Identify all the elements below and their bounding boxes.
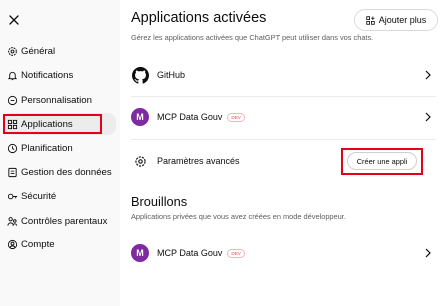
gear-icon	[7, 46, 18, 57]
applications-panel: Applications activées Gérez les applicat…	[120, 0, 442, 306]
dev-badge: DEV	[227, 248, 245, 258]
chevron-right-icon	[424, 111, 432, 123]
page-subtitle: Gérez les applications activées que Chat…	[131, 33, 374, 42]
page-title: Applications activées	[131, 10, 267, 26]
sidebar-item-label: Contrôles parentaux	[21, 215, 108, 227]
app-logo: M	[131, 244, 149, 262]
add-more-button[interactable]: Ajouter plus	[354, 9, 438, 31]
github-icon	[131, 66, 149, 84]
add-more-label: Ajouter plus	[378, 15, 427, 25]
sidebar-item-personalization[interactable]: Personnalisation	[3, 89, 116, 111]
app-logo: M	[131, 108, 149, 126]
sidebar-item-general[interactable]: Général	[3, 40, 116, 62]
divider	[131, 139, 436, 140]
sidebar-item-label: Compte	[21, 238, 55, 250]
sidebar-item-parental-controls[interactable]: Contrôles parentaux	[3, 210, 116, 232]
personalize-icon	[7, 95, 18, 106]
drafts-subtitle: Applications privées que vous avez créée…	[131, 212, 346, 221]
chevron-right-icon	[424, 247, 432, 259]
app-name: GitHub	[157, 70, 186, 80]
app-name: MCP Data Gouv	[157, 112, 223, 122]
sidebar-item-label: Notifications	[21, 69, 74, 81]
apps-plus-icon	[366, 15, 375, 25]
divider	[131, 96, 436, 97]
sidebar-item-account[interactable]: Compte	[3, 233, 116, 255]
settings-sidebar: Général Notifications Personnalisation A…	[0, 0, 120, 306]
draft-row-mcp-data-gouv[interactable]: M MCP Data Gouv DEV	[131, 235, 436, 271]
dev-badge: DEV	[227, 112, 245, 122]
sidebar-item-label: Planification	[21, 142, 73, 154]
app-row-mcp-data-gouv[interactable]: M MCP Data Gouv DEV	[131, 99, 436, 135]
drafts-title: Brouillons	[131, 194, 188, 209]
close-button[interactable]	[6, 12, 22, 28]
sidebar-item-data-controls[interactable]: Gestion des données	[3, 161, 116, 183]
sidebar-item-label: Gestion des données	[21, 166, 112, 178]
chevron-right-icon	[424, 69, 432, 81]
account-icon	[7, 239, 18, 250]
sidebar-item-security[interactable]: Sécurité	[3, 185, 116, 207]
app-avatar: M	[131, 244, 149, 262]
sidebar-item-planning[interactable]: Planification	[3, 137, 116, 159]
family-icon	[7, 216, 18, 227]
clock-icon	[7, 143, 18, 154]
gear-icon	[131, 152, 149, 170]
highlight-box-create-app	[341, 148, 423, 175]
key-icon	[7, 191, 18, 202]
app-name: MCP Data Gouv	[157, 248, 223, 258]
sidebar-item-label: Sécurité	[21, 190, 57, 202]
data-icon	[7, 167, 18, 178]
close-icon	[9, 15, 19, 25]
app-row-github[interactable]: GitHub	[131, 57, 436, 93]
highlight-box-applications	[3, 114, 102, 134]
sidebar-item-notifications[interactable]: Notifications	[3, 64, 116, 86]
bell-icon	[7, 70, 18, 81]
app-avatar: M	[131, 108, 149, 126]
sidebar-item-label: Général	[21, 45, 56, 57]
advanced-settings-label: Paramètres avancés	[157, 156, 240, 166]
sidebar-item-label: Personnalisation	[21, 94, 92, 106]
